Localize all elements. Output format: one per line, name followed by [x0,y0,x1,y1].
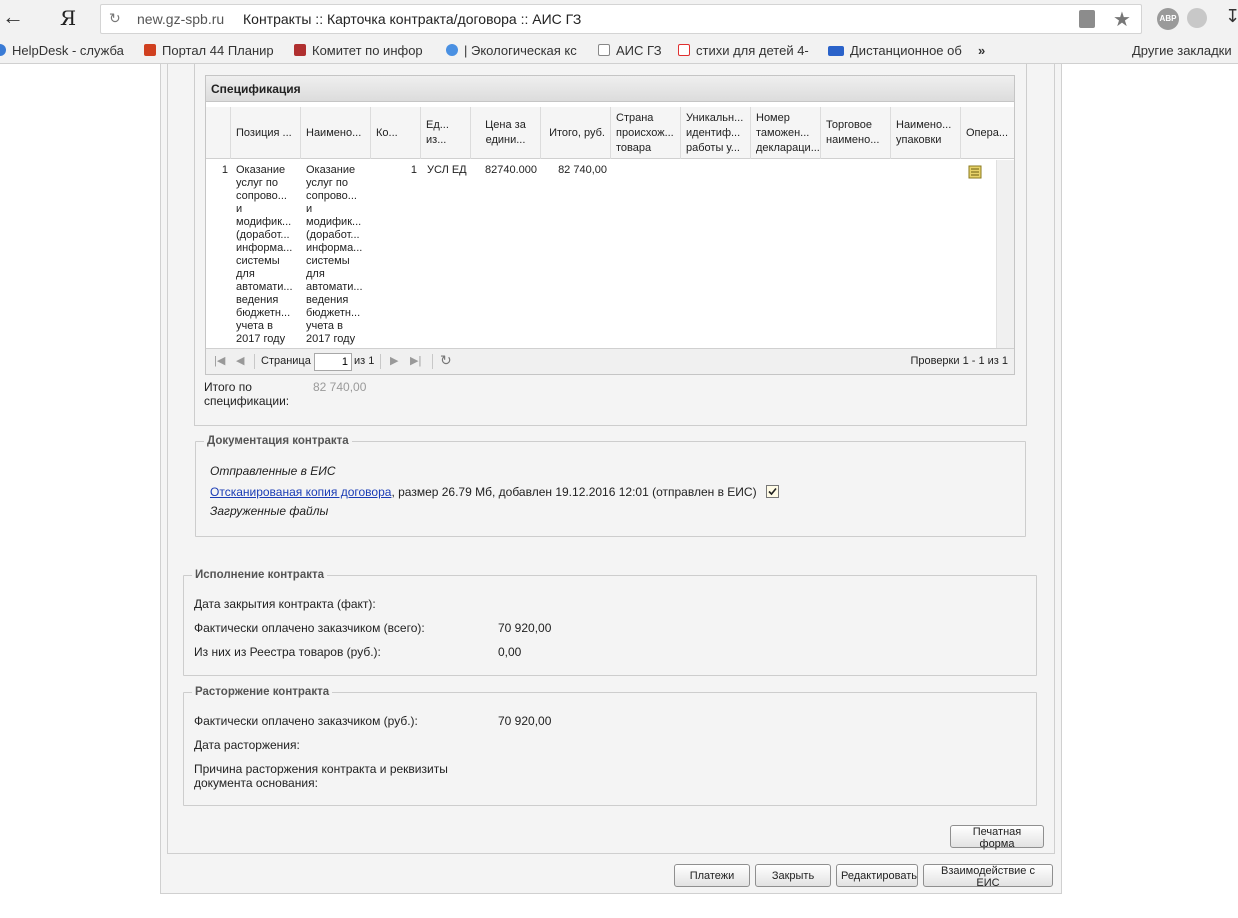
url-page-title: Контракты :: Карточка контракта/договора… [243,11,582,27]
mrc-icon [828,46,844,56]
grid-pager: |◀ ◀ Страница из 1 ▶ ▶| ↻ Проверки 1 - 1… [206,348,1014,374]
row-number: 1 [221,164,228,176]
bookmark-distance[interactable]: Дистанционное об [828,43,962,58]
next-page-icon[interactable]: ▶ [390,354,398,367]
termination-paid-value: 70 920,00 [498,714,552,728]
pager-divider [380,354,381,369]
payments-button[interactable]: Платежи [674,864,750,887]
first-page-icon[interactable]: |◀ [214,354,225,367]
browser-toolbar: ← Я ↻ new.gz-spb.ru Контракты :: Карточк… [0,0,1238,38]
col-country-header[interactable]: Страна происхож... товара [611,107,681,159]
scanned-contract-link[interactable]: Отсканированая копия договора [210,485,391,499]
registry-label: Из них из Реестра товаров (руб.): [194,645,381,659]
bookmark-portal44[interactable]: Портал 44 Планир [144,43,274,58]
url-domain: new.gz-spb.ru [137,11,225,27]
spec-total-label: Итого по спецификации: [204,380,290,408]
page-icon [598,44,610,56]
other-bookmarks[interactable]: Другие закладки [1132,43,1232,58]
extension-icon[interactable] [1187,8,1207,28]
termination-legend: Расторжение контракта [195,686,330,698]
address-bar[interactable]: ↻ new.gz-spb.ru Контракты :: Карточка ко… [100,4,1142,34]
bookmarks-bar: HelpDesk - служба Портал 44 Планир Комит… [0,38,1238,64]
paid-total-label: Фактически оплачено заказчиком (всего): [194,621,425,635]
scroll-document-icon[interactable] [967,164,987,184]
spec-grid-header: Позиция ... Наимено... Ко... Ед... из...… [206,107,1014,159]
spec-grid: Спецификация Позиция ... Наимено... Ко..… [205,75,1015,375]
bookmark-committee[interactable]: Комитет по инфор [294,43,423,58]
col-rownum-header [206,107,231,159]
table-row[interactable]: 1 Оказание услуг по сопрово... и модифик… [206,160,996,348]
bookmarks-more-icon[interactable]: » [978,43,985,58]
records-count: Проверки 1 - 1 из 1 [910,355,1008,367]
row-unit: УСЛ ЕД [427,164,467,176]
bookmark-ecology[interactable]: | Экологическая кс [446,43,577,58]
paid-total-value: 70 920,00 [498,621,552,635]
col-name-header[interactable]: Наимено... [301,107,371,159]
col-qty-header[interactable]: Ко... [371,107,421,159]
prev-page-icon[interactable]: ◀ [236,354,244,367]
row-total: 82 740,00 [558,164,607,176]
col-unit-header[interactable]: Ед... из... [421,107,471,159]
tree-icon [446,44,458,56]
page-label: Страница [261,355,311,367]
doc-meta: , размер 26.79 Мб, добавлен 19.12.2016 1… [391,485,757,499]
row-price: 82740.000 [485,164,537,176]
reload-icon[interactable]: ↻ [109,10,121,27]
doc-entry: Отсканированая копия договора, размер 26… [210,485,779,499]
bookmark-star-icon[interactable]: ★ [1113,7,1131,32]
close-button[interactable]: Закрыть [755,864,831,887]
col-price-header[interactable]: Цена за едини... [471,107,541,159]
pager-divider [254,354,255,369]
col-operations-header[interactable]: Опера... [961,107,1014,159]
refresh-icon[interactable]: ↻ [440,352,452,369]
last-page-icon[interactable]: ▶| [410,354,421,367]
download-icon[interactable]: ↧ [1225,6,1238,27]
close-date-label: Дата закрытия контракта (факт): [194,597,376,611]
col-trade-name-header[interactable]: Торговое наимено... [821,107,891,159]
page-number-input[interactable] [314,353,352,371]
eis-interaction-button[interactable]: Взаимодействие с ЕИС [923,864,1053,889]
checkbox-checked-icon[interactable] [765,485,779,498]
sent-to-eis-label: Отправленные в ЕИС [210,464,336,478]
termination-date-label: Дата расторжения: [194,738,300,752]
grid-vertical-scrollbar[interactable] [996,160,1014,348]
termination-reason-label: Причина расторжения контракта и реквизит… [194,762,448,790]
portal-icon [144,44,156,56]
spec-total-value: 82 740,00 [313,380,367,394]
bookmark-ais-gz[interactable]: АИС ГЗ [598,43,662,58]
col-customs-header[interactable]: Номер таможен... деклараци... [751,107,821,159]
edit-button[interactable]: Редактировать [836,864,918,887]
col-position-header[interactable]: Позиция ... [231,107,301,159]
page-of-label: из 1 [354,355,375,367]
lock-icon[interactable] [1079,10,1095,28]
spec-grid-title: Спецификация [206,76,1014,102]
adblock-icon[interactable]: ABP [1157,8,1179,30]
col-package-header[interactable]: Наимено... упаковки [891,107,961,159]
back-arrow-icon[interactable]: ← [2,4,24,30]
print-form-button[interactable]: Печатная форма [950,825,1044,850]
yandex-icon [678,44,690,56]
emblem-icon [294,44,306,56]
termination-paid-label: Фактически оплачено заказчиком (руб.): [194,714,418,728]
docs-legend: Документация контракта [207,435,349,447]
col-total-header[interactable]: Итого, руб. [541,107,611,159]
globe-icon [0,44,6,56]
execution-legend: Исполнение контракта [195,569,325,581]
bookmark-poems[interactable]: стихи для детей 4- [678,43,809,58]
uploaded-files-label: Загруженные файлы [210,504,329,518]
pager-divider [432,354,433,369]
col-uid-header[interactable]: Уникальн... идентиф... работы у... [681,107,751,159]
registry-value: 0,00 [498,645,522,659]
row-name: Оказание услуг по сопрово... и модифик..… [306,164,363,345]
yandex-logo[interactable]: Я [60,6,76,30]
bookmark-helpdesk[interactable]: HelpDesk - служба [0,43,124,58]
row-qty: 1 [410,164,417,176]
row-position: Оказание услуг по сопрово... и модифик..… [236,164,293,345]
